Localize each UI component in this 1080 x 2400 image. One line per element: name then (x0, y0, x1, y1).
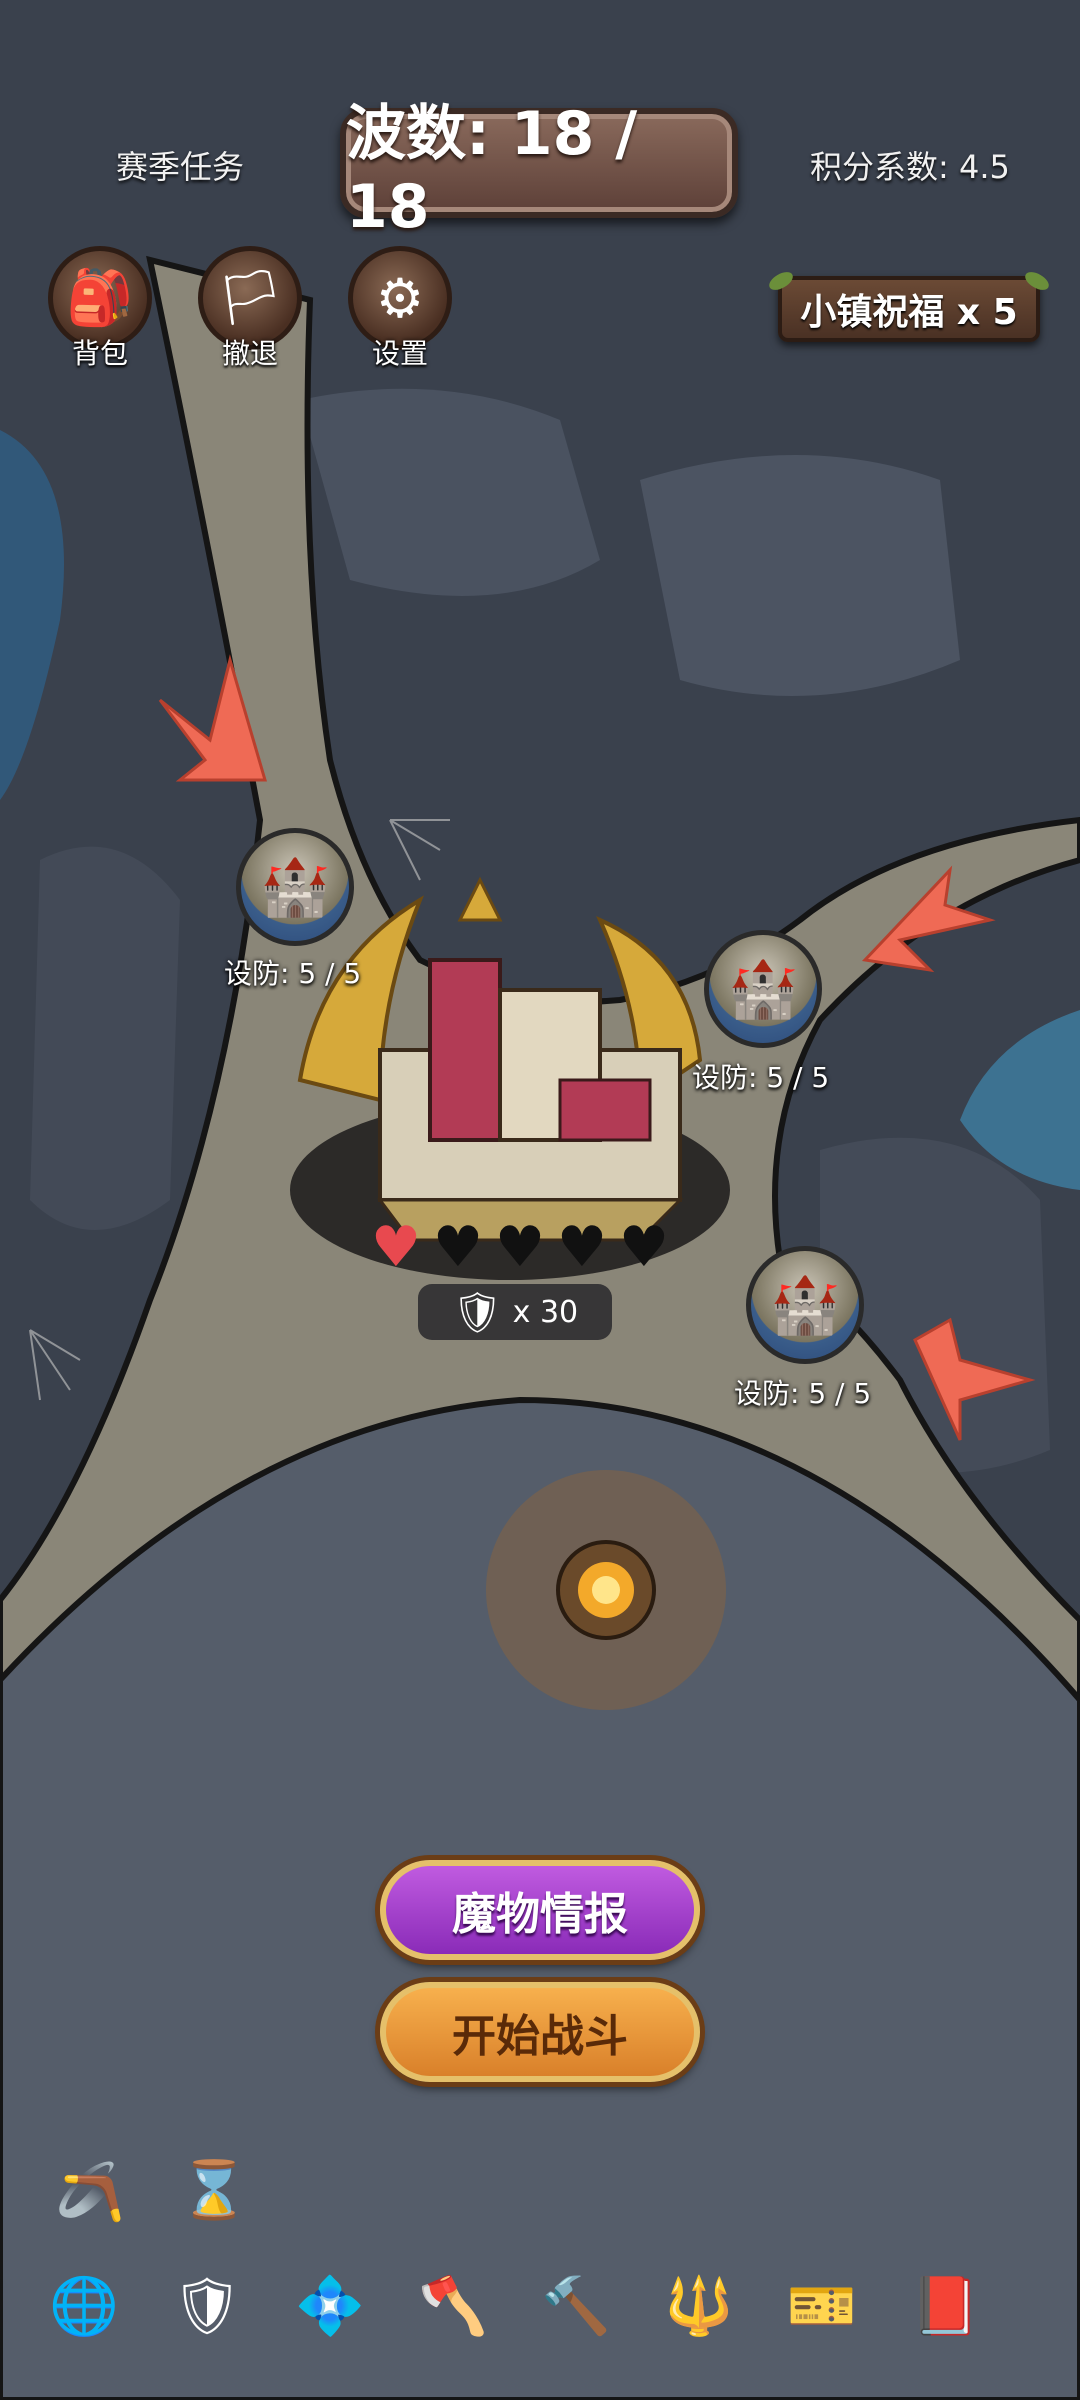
axe-icon[interactable]: 🪓 (409, 2262, 497, 2350)
tower-defense-label: 设防: 5 / 5 (734, 1377, 872, 1410)
tower-defense-label: 设防: 5 / 5 (224, 957, 362, 990)
hammer-icon[interactable]: 🔨 (532, 2262, 620, 2350)
tower-slot-right-top[interactable]: 🏰 (704, 930, 822, 1048)
town-blessing-label: 小镇祝福 x 5 (800, 292, 1018, 333)
book-icon[interactable]: 📕 (901, 2262, 989, 2350)
tower-icon: 🏰 (236, 828, 354, 946)
settings-button[interactable]: ⚙ 设置 (340, 246, 460, 376)
wave-counter: 波数: 18 / 18 (340, 99, 738, 242)
reward-counter: 🛡 x 30 (418, 1284, 612, 1340)
backpack-label: 背包 (71, 337, 128, 370)
reward-count: x 30 (512, 1294, 579, 1330)
globe-icon[interactable]: 🌐 (40, 2262, 128, 2350)
heart-empty-icon: ♥ (494, 1215, 546, 1280)
base-health: ♥ ♥ ♥ ♥ ♥ (368, 1215, 672, 1280)
scythe-icon[interactable]: 🪃 (46, 2148, 134, 2236)
town-blessing-badge[interactable]: 小镇祝福 x 5 (766, 268, 1052, 342)
gem-icon[interactable]: 💠 (286, 2262, 374, 2350)
score-coefficient: 积分系数: 4.5 (810, 148, 1010, 186)
wave-label: 波数: 18 / 18 (346, 98, 638, 242)
start-battle-button[interactable]: 开始战斗 (380, 1982, 700, 2082)
tower-defense-label: 设防: 5 / 5 (692, 1061, 830, 1094)
shield-icon[interactable]: 🛡 (163, 2262, 251, 2350)
season-tasks-link[interactable]: 赛季任务 (116, 142, 244, 188)
retreat-button[interactable]: 🏳 撤退 (190, 246, 310, 376)
heart-empty-icon: ♥ (432, 1215, 484, 1280)
heart-full-icon: ♥ (370, 1215, 422, 1280)
rank-badge-icon: 🛡 (451, 1289, 503, 1336)
tower-icon: 🏰 (746, 1246, 864, 1364)
tower-slot-left[interactable]: 🏰 (236, 828, 354, 946)
monster-intel-button[interactable]: 魔物情报 (380, 1860, 700, 1960)
staff-icon[interactable]: 🔱 (655, 2262, 743, 2350)
retreat-label: 撤退 (221, 337, 278, 370)
inventory-bar: 🌐 🛡 💠 🪓 🔨 🔱 🎫 📕 (40, 2262, 989, 2350)
heart-empty-icon: ♥ (556, 1215, 608, 1280)
heart-empty-icon: ♥ (618, 1215, 670, 1280)
backpack-button[interactable]: 🎒 背包 (40, 246, 160, 376)
tickets-icon[interactable]: 🎫 (778, 2262, 866, 2350)
tower-slot-right-bottom[interactable]: 🏰 (746, 1246, 864, 1364)
hourglass-icon[interactable]: ⌛ (170, 2146, 258, 2234)
settings-label: 设置 (371, 337, 428, 370)
tower-icon: 🏰 (704, 930, 822, 1048)
